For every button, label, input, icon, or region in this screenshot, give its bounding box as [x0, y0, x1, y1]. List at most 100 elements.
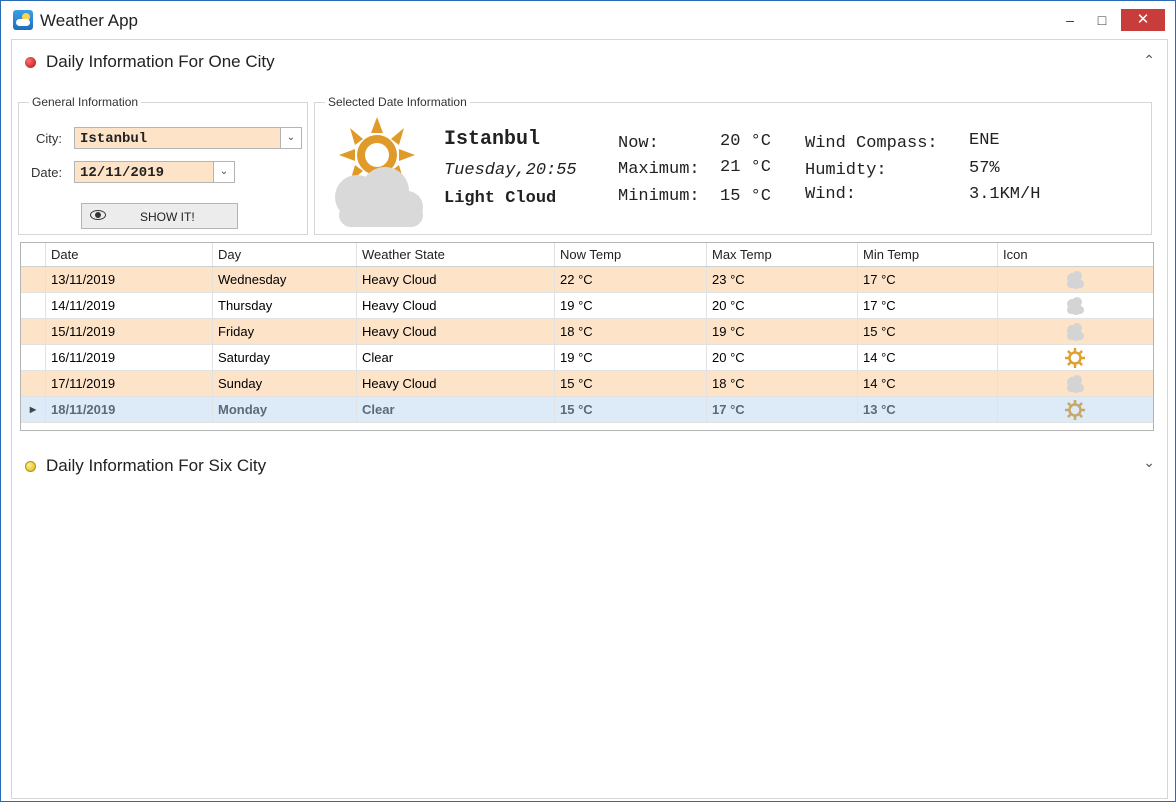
table-row[interactable]: ▶ 18/11/2019 Monday Clear 15 °C 17 °C 13 °C: [21, 397, 1153, 423]
cell-day[interactable]: Thursday: [212, 293, 356, 318]
wind-value: 3.1KM/H: [969, 185, 1041, 204]
sun-icon: [1065, 348, 1085, 368]
cell-weather-state[interactable]: Clear: [356, 345, 554, 370]
selected-weather-state: Light Cloud: [444, 189, 557, 208]
cell-min-temp[interactable]: 15 °C: [857, 319, 998, 344]
cell-icon[interactable]: [997, 345, 1153, 370]
content-area: Daily Information For One City ⌃ General…: [11, 39, 1168, 799]
app-window: Weather App ‒ □ ✕ Daily Information For …: [0, 0, 1176, 802]
table-row[interactable]: 13/11/2019 Wednesday Heavy Cloud 22 °C 23 °C…: [21, 267, 1153, 293]
cell-weather-state[interactable]: Heavy Cloud: [356, 371, 554, 396]
cell-max-temp[interactable]: 20 °C: [706, 293, 857, 318]
cell-weather-state[interactable]: Clear: [356, 397, 554, 422]
column-header-day[interactable]: Day: [212, 243, 356, 266]
table-row[interactable]: 17/11/2019 Sunday Heavy Cloud 15 °C 18 °C 14 …: [21, 371, 1153, 397]
cell-icon[interactable]: [997, 267, 1153, 292]
cell-date[interactable]: 16/11/2019: [45, 345, 213, 370]
row-indicator-arrow-icon[interactable]: ▶: [21, 397, 45, 422]
chevron-down-icon[interactable]: ⌄: [213, 162, 234, 182]
minimize-button[interactable]: ‒: [1059, 9, 1081, 31]
cell-date[interactable]: 15/11/2019: [45, 319, 213, 344]
cell-weather-state[interactable]: Heavy Cloud: [356, 319, 554, 344]
cell-min-temp[interactable]: 13 °C: [857, 397, 998, 422]
row-indicator[interactable]: [21, 345, 45, 370]
cell-max-temp[interactable]: 20 °C: [706, 345, 857, 370]
now-value: 20 °C: [720, 132, 772, 151]
section-one-title: Daily Information For One City: [46, 52, 275, 71]
city-label: City:: [36, 131, 62, 146]
cell-date[interactable]: 18/11/2019: [45, 397, 213, 422]
cloud-icon: [1067, 271, 1084, 289]
show-it-button[interactable]: SHOW IT!: [81, 203, 238, 229]
row-indicator[interactable]: [21, 319, 45, 344]
cell-min-temp[interactable]: 14 °C: [857, 345, 998, 370]
cell-date[interactable]: 13/11/2019: [45, 267, 213, 292]
city-combobox[interactable]: Istanbul ⌄: [74, 127, 302, 149]
show-it-label: SHOW IT!: [140, 210, 195, 224]
cloud-icon: [1067, 375, 1084, 393]
cell-now-temp[interactable]: 19 °C: [554, 345, 706, 370]
humidity-label: Humidty:: [805, 161, 887, 180]
table-row[interactable]: 16/11/2019 Saturday Clear 19 °C 20 °C 14 °C: [21, 345, 1153, 371]
cell-max-temp[interactable]: 17 °C: [706, 397, 857, 422]
cell-min-temp[interactable]: 17 °C: [857, 293, 998, 318]
table-row[interactable]: 14/11/2019 Thursday Heavy Cloud 19 °C 20 °C 1…: [21, 293, 1153, 319]
cell-max-temp[interactable]: 23 °C: [706, 267, 857, 292]
grid-header-row: Date Day Weather State Now Temp Max Temp…: [21, 243, 1153, 267]
cell-now-temp[interactable]: 19 °C: [554, 293, 706, 318]
cell-now-temp[interactable]: 18 °C: [554, 319, 706, 344]
cell-weather-state[interactable]: Heavy Cloud: [356, 293, 554, 318]
window-title: Weather App: [40, 11, 138, 30]
cell-date[interactable]: 14/11/2019: [45, 293, 213, 318]
cell-max-temp[interactable]: 19 °C: [706, 319, 857, 344]
section-two-header[interactable]: Daily Information For Six City ⌄: [12, 444, 1167, 490]
cell-day[interactable]: Wednesday: [212, 267, 356, 292]
cell-icon[interactable]: [997, 319, 1153, 344]
chevron-down-icon[interactable]: ⌄: [280, 128, 301, 148]
minimum-value: 15 °C: [720, 187, 772, 206]
column-header-now-temp[interactable]: Now Temp: [554, 243, 706, 266]
cell-icon[interactable]: [997, 293, 1153, 318]
cell-day[interactable]: Saturday: [212, 345, 356, 370]
section-one-header[interactable]: Daily Information For One City ⌃: [12, 40, 1167, 86]
cell-max-temp[interactable]: 18 °C: [706, 371, 857, 396]
chevron-down-icon[interactable]: ⌄: [1143, 454, 1155, 471]
cell-weather-state[interactable]: Heavy Cloud: [356, 267, 554, 292]
chevron-up-icon[interactable]: ⌃: [1143, 52, 1155, 69]
general-information-legend: General Information: [32, 95, 139, 109]
cell-min-temp[interactable]: 14 °C: [857, 371, 998, 396]
cell-now-temp[interactable]: 15 °C: [554, 397, 706, 422]
cell-day[interactable]: Monday: [212, 397, 356, 422]
cell-icon[interactable]: [997, 397, 1153, 422]
cell-now-temp[interactable]: 22 °C: [554, 267, 706, 292]
maximize-button[interactable]: □: [1091, 9, 1113, 31]
wind-compass-value: ENE: [969, 131, 1000, 150]
row-indicator[interactable]: [21, 267, 45, 292]
selected-date-information-group: Selected Date Information Istanbul Tuesd…: [314, 95, 1152, 235]
sun-icon: [1065, 400, 1085, 420]
cell-min-temp[interactable]: 17 °C: [857, 267, 998, 292]
cell-date[interactable]: 17/11/2019: [45, 371, 213, 396]
light-cloud-weather-icon: [335, 117, 423, 227]
table-row[interactable]: 15/11/2019 Friday Heavy Cloud 18 °C 19 °C 15 …: [21, 319, 1153, 345]
column-header-weather-state[interactable]: Weather State: [356, 243, 554, 266]
cell-day[interactable]: Sunday: [212, 371, 356, 396]
forecast-grid[interactable]: Date Day Weather State Now Temp Max Temp…: [20, 242, 1154, 431]
cell-now-temp[interactable]: 15 °C: [554, 371, 706, 396]
row-indicator[interactable]: [21, 371, 45, 396]
cloud-icon: [1067, 297, 1084, 315]
close-button[interactable]: ✕: [1121, 9, 1165, 31]
yellow-status-dot-icon: [25, 461, 36, 472]
selected-date-time: Tuesday,20:55: [444, 161, 577, 180]
column-header-icon[interactable]: Icon: [997, 243, 1153, 266]
wind-label: Wind:: [805, 185, 857, 204]
date-picker[interactable]: 12/11/2019 ⌄: [74, 161, 235, 183]
cloud-icon: [1067, 323, 1084, 341]
column-header-min-temp[interactable]: Min Temp: [857, 243, 998, 266]
row-indicator[interactable]: [21, 293, 45, 318]
column-header-date[interactable]: Date: [45, 243, 213, 266]
cell-icon[interactable]: [997, 371, 1153, 396]
column-header-max-temp[interactable]: Max Temp: [706, 243, 857, 266]
cell-day[interactable]: Friday: [212, 319, 356, 344]
date-label: Date:: [31, 165, 63, 180]
